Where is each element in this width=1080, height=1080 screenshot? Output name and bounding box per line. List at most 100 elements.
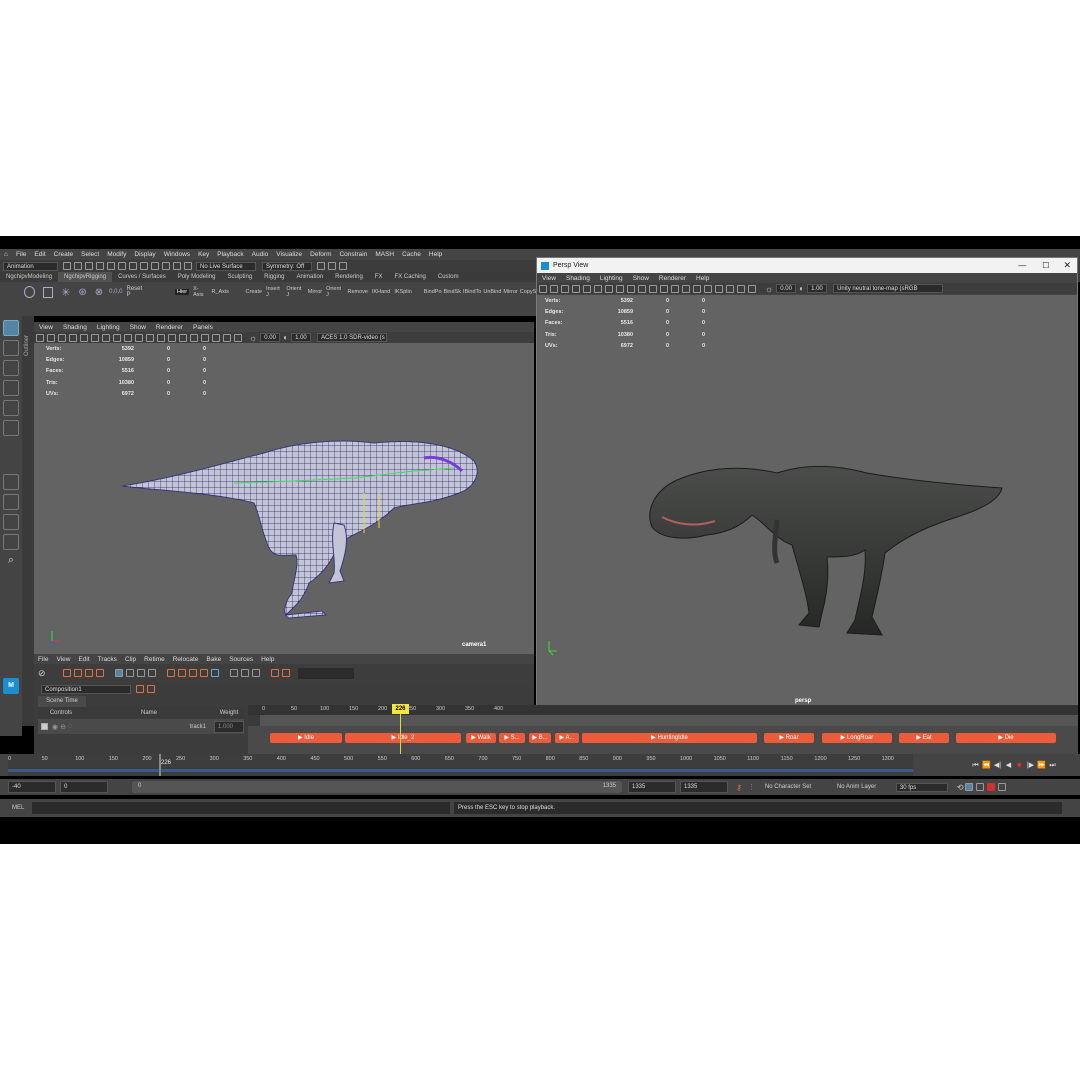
menu-select[interactable]: Select xyxy=(81,251,99,258)
persp-menu-view[interactable]: View xyxy=(542,275,556,282)
key-icon2[interactable]: ⋮ xyxy=(748,783,755,791)
te-menu-relocate[interactable]: Relocate xyxy=(173,656,199,663)
clip-roar[interactable]: ▶ Roar xyxy=(764,733,814,743)
step-back-frame-icon[interactable]: ◀| xyxy=(993,761,1002,770)
paint-select-icon[interactable] xyxy=(3,360,19,376)
home-icon[interactable]: ⌂ xyxy=(4,251,8,258)
save-scene-icon[interactable] xyxy=(84,262,93,270)
xray-icon[interactable] xyxy=(659,284,668,293)
menu-deform[interactable]: Deform xyxy=(310,251,331,258)
shelf-tab[interactable]: Animation xyxy=(290,272,329,282)
menu-display[interactable]: Display xyxy=(134,251,155,258)
loop-icon[interactable]: ⟲ xyxy=(957,783,964,792)
isolate-icon[interactable] xyxy=(648,284,657,293)
bind-pose-button[interactable]: BindPo xyxy=(424,289,442,295)
track-name[interactable]: track1 xyxy=(73,724,214,730)
ipr-render-icon[interactable] xyxy=(327,262,336,270)
select-highlight-icon[interactable] xyxy=(725,284,734,293)
insert-joint-button[interactable]: Insert J xyxy=(266,286,282,298)
select-component-icon[interactable] xyxy=(139,262,148,270)
outliner-strip[interactable]: Outliner xyxy=(22,316,34,726)
circle-icon[interactable] xyxy=(24,286,36,298)
menu-visualize[interactable]: Visualize xyxy=(276,251,302,258)
add-key-icon[interactable] xyxy=(271,669,280,677)
render-settings-icon[interactable] xyxy=(338,262,347,270)
xray-joints-icon[interactable] xyxy=(189,333,198,342)
bookmark-icon[interactable] xyxy=(560,284,569,293)
grid-icon[interactable] xyxy=(571,284,580,293)
te-menu-edit[interactable]: Edit xyxy=(78,656,89,663)
play-back-icon[interactable]: ◀ xyxy=(1004,761,1013,770)
solo-icon[interactable]: ◉ xyxy=(52,723,58,731)
shelf-tab[interactable]: Sculpting xyxy=(221,272,258,282)
te-menu-clip[interactable]: Clip xyxy=(125,656,136,663)
mirror-joint-button[interactable]: Mirror xyxy=(308,289,322,295)
persp-menu-help[interactable]: Help xyxy=(696,275,709,282)
maximize-icon[interactable]: ☐ xyxy=(1042,261,1049,270)
shelf-tab[interactable]: Custom xyxy=(432,272,465,282)
duplicate-composition-icon[interactable] xyxy=(146,685,155,693)
shelf-tab-active[interactable]: NgchipvRigging xyxy=(58,272,113,282)
filter-icon[interactable] xyxy=(241,669,250,677)
record-icon[interactable] xyxy=(987,783,996,791)
square-icon[interactable] xyxy=(43,286,54,298)
scale-tool-icon[interactable] xyxy=(3,420,19,436)
snap-point-icon[interactable] xyxy=(172,262,181,270)
te-menu-view[interactable]: View xyxy=(56,656,70,663)
te-menu-bake[interactable]: Bake xyxy=(206,656,221,663)
shadows-icon[interactable] xyxy=(637,284,646,293)
select-object-icon[interactable] xyxy=(128,262,137,270)
time-slider[interactable]: 226 0 50 100 150 200 250 300 350 400 450 500 550 600… xyxy=(8,754,913,776)
reorder-clip-icon[interactable] xyxy=(200,669,209,677)
track-mute-checkbox[interactable] xyxy=(41,723,48,730)
wireframe-icon[interactable] xyxy=(593,284,602,293)
menu-file[interactable]: File xyxy=(16,251,26,258)
clip-idle2[interactable]: ▶ Idle_2 xyxy=(345,733,461,743)
film-gate-icon[interactable] xyxy=(90,333,99,342)
camera-attr-icon[interactable] xyxy=(549,284,558,293)
exposure-field[interactable]: 0.00 xyxy=(260,333,281,342)
smooth-shade-icon[interactable] xyxy=(604,284,613,293)
clip-eat[interactable]: ▶ Eat xyxy=(899,733,949,743)
menu-create[interactable]: Create xyxy=(54,251,74,258)
lights-icon[interactable] xyxy=(145,333,154,342)
move-tool-icon[interactable] xyxy=(3,380,19,396)
te-menu-retime[interactable]: Retime xyxy=(144,656,165,663)
anim-layer[interactable]: No Anim Layer xyxy=(837,784,893,790)
track-weight-field[interactable]: 1.000 xyxy=(214,720,244,733)
clip-a[interactable]: ▶ A... xyxy=(555,733,579,743)
mirror-skin-button[interactable]: Mirror xyxy=(503,289,517,295)
step-back-key-icon[interactable]: ⏪ xyxy=(982,761,991,770)
anim-start-field[interactable]: 0 xyxy=(60,781,108,793)
command-language[interactable]: MEL xyxy=(12,805,32,811)
camera-attr-icon[interactable] xyxy=(46,333,55,342)
select-tool-icon[interactable] xyxy=(3,320,19,336)
te-menu-tracks[interactable]: Tracks xyxy=(98,656,117,663)
go-end-icon[interactable]: ⏭ xyxy=(1048,761,1057,770)
motion-blur-icon[interactable] xyxy=(211,333,220,342)
viewport-camera1[interactable]: Verts: 5392 0 0 Edges: 10859 0 0 Faces: 5516 0 0 … xyxy=(34,343,534,654)
smooth-shade-icon[interactable] xyxy=(123,333,132,342)
te-search-field[interactable] xyxy=(297,667,354,679)
gamma-field[interactable]: 1.00 xyxy=(291,333,312,342)
undo-icon[interactable] xyxy=(95,262,104,270)
new-scene-icon[interactable] xyxy=(62,262,71,270)
persp-menu-shading[interactable]: Shading xyxy=(566,275,590,282)
textured-icon[interactable] xyxy=(615,284,624,293)
graph-icon[interactable] xyxy=(252,669,261,677)
menu-edit[interactable]: Edit xyxy=(34,251,45,258)
persp-menu-show[interactable]: Show xyxy=(633,275,649,282)
lasso-tool-icon[interactable] xyxy=(3,340,19,356)
delete-key-icon[interactable] xyxy=(282,669,291,677)
range-slider[interactable]: 0 1335 xyxy=(132,781,622,793)
two-pane-icon[interactable] xyxy=(3,514,19,530)
sound-icon[interactable] xyxy=(965,783,974,791)
menu-help[interactable]: Help xyxy=(429,251,442,258)
key-icon[interactable] xyxy=(230,669,239,677)
persp-colorspace-dropdown[interactable]: Unity neutral tone-map (sRGB xyxy=(833,284,944,293)
clip-idle[interactable]: ▶ Idle xyxy=(270,733,342,743)
mode-dropdown[interactable]: Animation xyxy=(3,261,58,271)
render-icon[interactable] xyxy=(316,262,325,270)
stop-icon[interactable]: ■ xyxy=(1015,761,1024,770)
split-clip-icon[interactable] xyxy=(178,669,187,677)
